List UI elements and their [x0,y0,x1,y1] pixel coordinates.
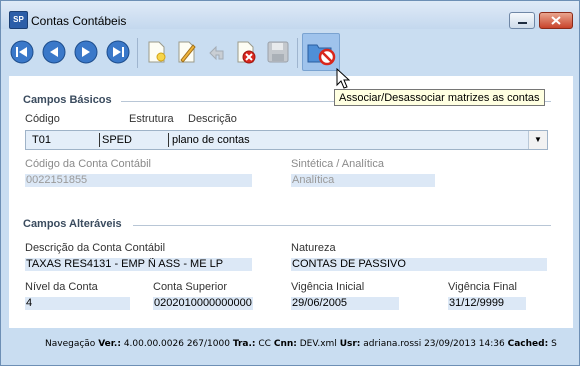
close-button[interactable] [539,12,573,29]
descricao-value: plano de contas [172,134,250,146]
vigencia-final-field[interactable]: 31/12/9999 [448,297,526,310]
dropdown-arrow-icon[interactable]: ▼ [528,131,547,149]
close-icon [551,16,561,25]
title-bar: SP Contas Contábeis [1,1,579,29]
skip-first-icon [10,40,34,64]
mouse-cursor-icon [336,68,350,89]
minimize-icon [518,22,527,24]
pencil-icon [178,41,196,63]
status-mode: Navegação [45,339,96,349]
undo-arrow-icon [209,45,224,61]
nivel-label: Nível da Conta [25,281,98,293]
undo-button[interactable] [202,36,230,68]
minimize-button[interactable] [509,12,535,29]
plano-contas-select[interactable]: T01 SPED plano de contas ▼ [25,130,548,150]
first-record-button[interactable] [8,36,36,68]
delete-record-button[interactable] [232,36,260,68]
status-user: adriana.rossi [363,339,422,349]
delete-document-icon [237,41,256,64]
codigo-conta-field: 0022151855 [25,174,252,187]
last-record-button[interactable] [104,36,132,68]
app-window: SP Contas Contábeis Campos Básicos Códig… [0,0,580,366]
estrutura-value: SPED [102,134,132,146]
conta-superior-label: Conta Superior [153,281,227,293]
estrutura-label: Estrutura [129,113,174,125]
status-version: 4.00.00.0026 [123,339,184,349]
column-divider [168,133,169,147]
natureza-label: Natureza [291,242,336,254]
vigencia-inicial-label: Vigência Inicial [291,281,365,293]
section-divider [133,225,551,226]
status-datetime: 23/09/2013 14:36 [424,339,505,349]
status-usr-label: Usr: [339,339,361,349]
tooltip: Associar/Desassociar matrizes as contas [334,89,545,106]
nivel-field[interactable]: 4 [25,297,130,310]
natureza-field[interactable]: CONTAS DE PASSIVO [291,258,547,271]
toolbar-separator [297,38,298,68]
vigencia-final-label: Vigência Final [448,281,517,293]
descricao-label: Descrição [188,113,237,125]
new-document-icon [148,41,166,63]
window-title: Contas Contábeis [31,14,127,28]
descricao-conta-field[interactable]: TAXAS RES4131 - EMP Ñ ASS - ME LP [25,258,252,271]
section-title-basic: Campos Básicos [23,94,112,106]
status-cached: S [551,339,557,349]
descricao-conta-label: Descrição da Conta Contábil [25,242,166,254]
status-bar: Navegação Ver.: 4.00.00.0026 267/1000 Tr… [45,339,557,349]
floppy-disk-icon [267,41,289,63]
toolbar [6,33,576,74]
column-divider [99,133,100,147]
vigencia-inicial-field[interactable]: 29/06/2005 [291,297,399,310]
status-cached-label: Cached: [507,339,549,349]
associate-matrices-button[interactable] [302,33,340,71]
sintetica-label: Sintética / Analítica [291,158,384,170]
next-icon [74,40,98,64]
new-record-button[interactable] [142,36,170,68]
status-cnn-label: Cnn: [273,339,297,349]
codigo-label: Código [25,113,60,125]
status-tra: CC [258,339,271,349]
prev-icon [42,40,66,64]
conta-superior-field[interactable]: 0202010000000000 [153,297,253,310]
codigo-value: T01 [32,134,51,146]
save-record-button[interactable] [264,36,292,68]
edit-record-button[interactable] [172,36,200,68]
form-panel: Campos Básicos Código Estrutura Descriçã… [9,76,573,328]
app-logo-icon: SP [9,11,28,29]
folder-forbidden-icon [307,44,336,66]
toolbar-separator [137,38,138,68]
section-title-editable: Campos Alteráveis [23,218,122,230]
next-record-button[interactable] [72,36,100,68]
status-ver-label: Ver.: [98,339,121,349]
status-cnn: DEV.xml [299,339,337,349]
previous-record-button[interactable] [40,36,68,68]
skip-last-icon [106,40,130,64]
codigo-conta-label: Código da Conta Contábil [25,158,151,170]
status-record: 267/1000 [186,339,230,349]
status-tra-label: Tra.: [232,339,256,349]
sintetica-field: Analítica [291,174,435,187]
